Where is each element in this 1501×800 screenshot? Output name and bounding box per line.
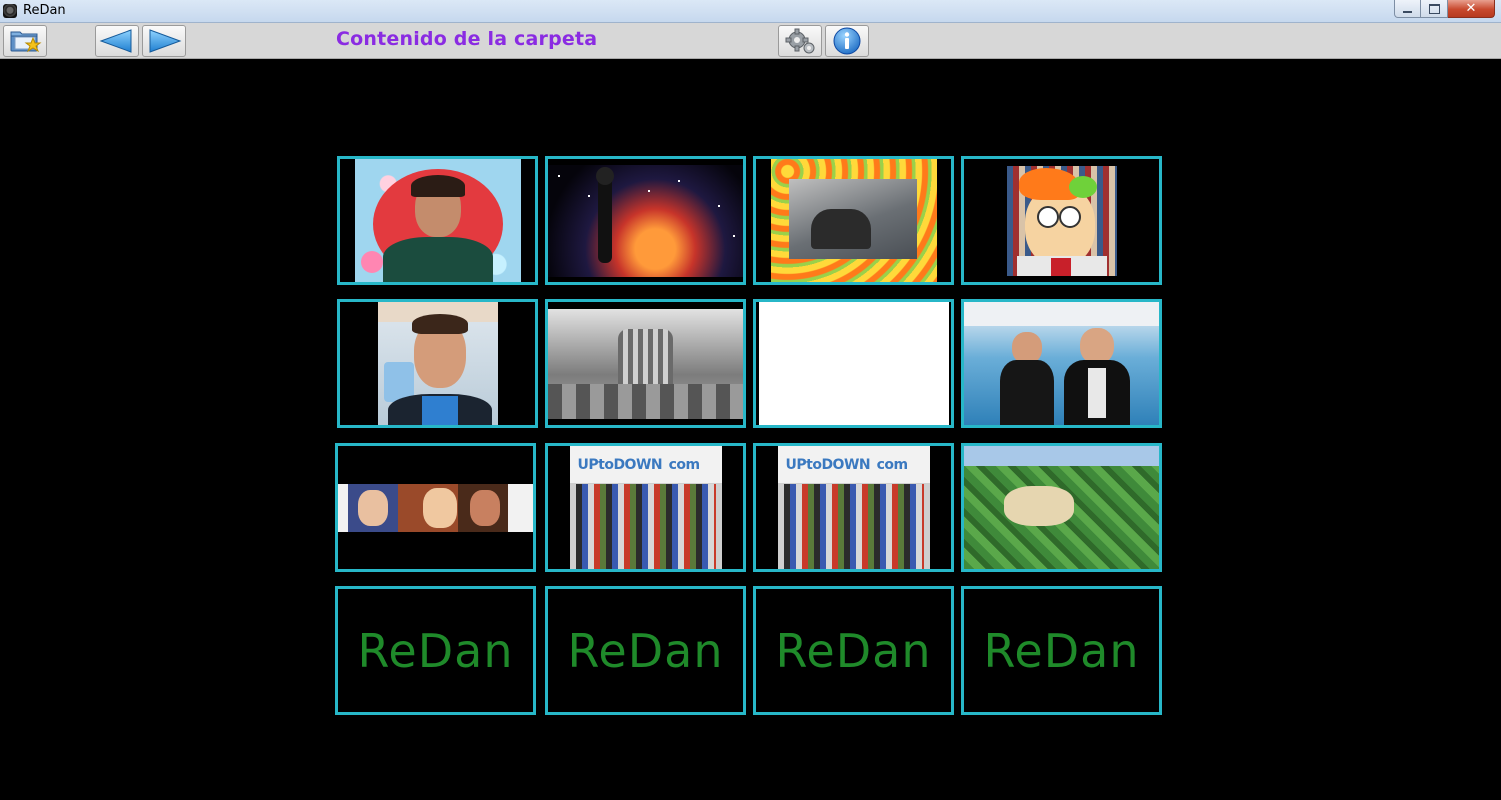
blank-image [758, 302, 949, 425]
minecraft-landscape-image [964, 446, 1159, 569]
window-title-bar[interactable]: ReDan ✕ [0, 0, 1501, 23]
placeholder-label: ReDan [567, 623, 724, 678]
thumbnail-tile[interactable] [753, 299, 954, 428]
flower-frame-photo [770, 159, 937, 282]
event-photo [964, 302, 1159, 425]
thumbnail-tile[interactable]: UPtoDOWN com [753, 443, 954, 572]
info-icon [833, 27, 861, 55]
uptodown-logo: UPtoDOWN com [577, 456, 701, 473]
settings-button[interactable] [778, 25, 822, 57]
next-button[interactable] [142, 25, 186, 57]
placeholder-label: ReDan [357, 623, 514, 678]
thumbnail-tile[interactable] [753, 156, 954, 285]
portrait-photo [377, 302, 498, 425]
thumbnail-tile[interactable] [961, 443, 1162, 572]
arrow-right-icon [149, 29, 182, 53]
placeholder-label: ReDan [775, 623, 932, 678]
previous-button[interactable] [95, 25, 139, 57]
folder-content-title: Contenido de la carpeta [336, 28, 598, 50]
portrait-photo [354, 159, 521, 282]
sci-fi-interior-image [548, 308, 743, 419]
space-art-image [548, 164, 743, 277]
arrow-left-icon [99, 29, 132, 53]
empty-slot-tile[interactable]: ReDan [335, 586, 536, 715]
app-icon [3, 4, 17, 18]
open-folder-button[interactable] [3, 25, 47, 57]
thumbnail-tile[interactable] [545, 156, 746, 285]
image-gallery: UPtoDOWN com UPtoDOWN com ReDan ReDan Re… [0, 59, 1501, 800]
thumbnail-tile[interactable]: UPtoDOWN com [545, 443, 746, 572]
minimize-icon [1403, 10, 1412, 13]
thumbnail-tile[interactable] [337, 156, 538, 285]
thumbnail-tile[interactable] [337, 299, 538, 428]
group-photo: UPtoDOWN com [569, 446, 722, 569]
placeholder-label: ReDan [983, 623, 1140, 678]
group-photo: UPtoDOWN com [777, 446, 930, 569]
open-folder-icon [10, 31, 42, 53]
maximize-button[interactable] [1421, 0, 1448, 18]
thumbnail-tile[interactable] [961, 299, 1162, 428]
empty-slot-tile[interactable]: ReDan [961, 586, 1162, 715]
cartoon-image [1006, 165, 1117, 276]
thumbnail-tile[interactable] [961, 156, 1162, 285]
thumbnail-tile[interactable] [335, 443, 536, 572]
empty-slot-tile[interactable]: ReDan [545, 586, 746, 715]
empty-slot-tile[interactable]: ReDan [753, 586, 954, 715]
window-controls: ✕ [1394, 0, 1495, 18]
close-button[interactable]: ✕ [1448, 0, 1495, 18]
window-title: ReDan [23, 3, 66, 18]
maximize-icon [1428, 3, 1440, 14]
minimize-button[interactable] [1394, 0, 1421, 18]
info-button[interactable] [825, 25, 869, 57]
thumbnail-tile[interactable] [545, 299, 746, 428]
uptodown-logo: UPtoDOWN com [785, 456, 909, 473]
close-icon: ✕ [1465, 1, 1477, 16]
anime-banner-image [338, 483, 533, 532]
settings-gear-icon [785, 28, 815, 54]
toolbar: Contenido de la carpeta [0, 23, 1501, 59]
